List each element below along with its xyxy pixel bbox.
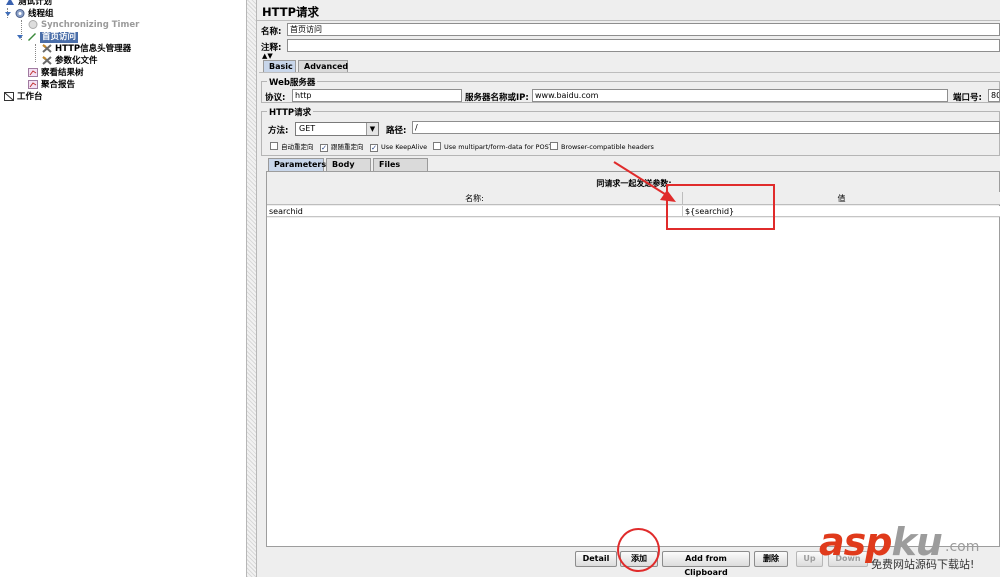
checkbox-label: Use multipart/form-data for POST (444, 143, 553, 151)
tree-item-view-results-tree[interactable]: 察看结果树 (28, 68, 84, 79)
protocol-label: 协议: (265, 93, 286, 103)
thread-group-icon (15, 9, 25, 18)
collapse-arrows-icon[interactable]: ▲▼ (262, 52, 273, 60)
method-label: 方法: (268, 126, 289, 136)
port-field[interactable]: 80 (988, 89, 1000, 102)
path-field[interactable]: / (412, 121, 1000, 134)
checkbox-label: 跟随重定向 (331, 143, 364, 151)
tab-body-data[interactable]: Body Data (326, 158, 371, 180)
listener-chart-icon (28, 68, 38, 77)
table-body-empty (267, 218, 999, 546)
port-label: 端口号: (953, 93, 982, 103)
name-field[interactable]: 首页访问 (287, 23, 1000, 36)
wrench-icon (42, 44, 52, 53)
split-pane-divider[interactable] (246, 0, 257, 577)
checkbox-box[interactable] (550, 142, 558, 150)
server-name-label: 服务器名称或IP: (465, 93, 529, 103)
method-select-value: GET (299, 124, 316, 133)
chevron-down-icon[interactable]: ▼ (366, 123, 378, 135)
tab-files-upload[interactable]: Files Upload (373, 158, 428, 180)
method-select[interactable]: GET ▼ (295, 122, 379, 136)
tree-item-workbench[interactable]: 工作台 (4, 92, 43, 103)
checkbox-label: Browser-compatible headers (561, 143, 654, 151)
tab-underline (259, 72, 1000, 73)
highlight-circle (617, 528, 660, 572)
checkbox-box[interactable] (433, 142, 441, 150)
add-from-clipboard-button[interactable]: Add from Clipboard (662, 551, 750, 577)
detail-button[interactable]: Detail (575, 551, 617, 567)
tab-parameters[interactable]: Parameters (268, 158, 326, 171)
path-label: 路径: (386, 126, 407, 136)
checkbox-browser-headers[interactable]: Browser-compatible headers (550, 142, 654, 152)
divider (257, 20, 1000, 21)
listener-chart-icon (28, 80, 38, 89)
annotation-arrow-icon (613, 161, 676, 202)
expand-toggle-icon[interactable] (5, 9, 12, 18)
parameters-table: 同请求一起发送参数: 名称: 值 searchid ${searchid} (266, 171, 1000, 547)
wrench-icon (42, 56, 52, 65)
protocol-field[interactable]: http (292, 89, 462, 102)
checkbox-label: 自动重定向 (281, 143, 314, 151)
tree-item-home-visit[interactable]: 首页访问 (17, 32, 79, 43)
watermark-logo: aspku .com 免费网站源码下载站! (819, 520, 994, 575)
delete-button[interactable]: 删除 (754, 551, 788, 567)
tree-item-thread-group[interactable]: 线程组 (5, 9, 54, 20)
checkbox-box[interactable] (270, 142, 278, 150)
checkbox-follow-redirects[interactable]: ✓ 跟随重定向 (320, 142, 364, 152)
param-name-cell[interactable]: searchid (267, 206, 683, 217)
tree-item-csv-data-set[interactable]: 参数化文件 (42, 56, 98, 67)
watermark-domain: .com (945, 539, 980, 555)
checkbox-keepalive[interactable]: ✓ Use KeepAlive (370, 142, 427, 152)
checkbox-box[interactable]: ✓ (370, 144, 378, 152)
sampler-pen-icon (27, 32, 37, 41)
workbench-icon (4, 92, 14, 101)
http-request-group-title: HTTP请求 (267, 106, 314, 118)
tree-item-test-plan[interactable]: 测试计划 (5, 0, 52, 8)
http-request-panel: HTTP请求 名称: 首页访问 注释: ▲▼ Basic Advanced We… (257, 0, 1000, 577)
tree-item-http-header-manager[interactable]: HTTP信息头管理器 (42, 44, 131, 55)
checkbox-auto-redirect[interactable]: 自动重定向 (270, 142, 314, 152)
tree-item-aggregate-report[interactable]: 聚合报告 (28, 80, 75, 91)
tree-item-synchronizing-timer[interactable]: Synchronizing Timer (28, 20, 139, 31)
comment-field[interactable] (287, 39, 1000, 52)
panel-title: HTTP请求 (262, 5, 320, 19)
checkbox-box[interactable]: ✓ (320, 144, 328, 152)
timer-icon (28, 20, 38, 29)
test-plan-tree[interactable]: 测试计划 线程组 Synchronizing Timer 首页访问 HTTP信息… (0, 0, 246, 577)
highlight-box (666, 184, 775, 230)
web-server-group-title: Web服务器 (267, 76, 318, 88)
test-plan-icon (5, 0, 15, 6)
name-label: 名称: (261, 27, 282, 37)
server-name-field[interactable]: www.baidu.com (532, 89, 948, 102)
expand-toggle-icon[interactable] (17, 32, 24, 41)
checkbox-multipart[interactable]: Use multipart/form-data for POST (433, 142, 553, 152)
checkbox-label: Use KeepAlive (381, 143, 428, 151)
watermark-tagline: 免费网站源码下载站! (871, 558, 975, 571)
